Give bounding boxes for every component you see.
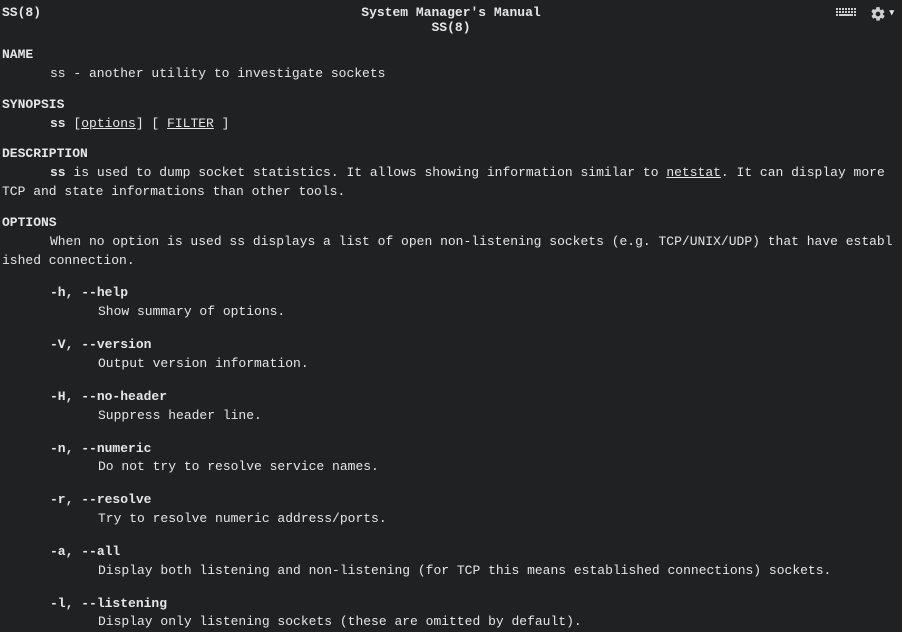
section-name-text: ss - another utility to investigate sock… bbox=[2, 65, 900, 84]
option-flag-line: -r, --resolve bbox=[2, 491, 900, 510]
section-synopsis-title: SYNOPSIS bbox=[2, 96, 900, 115]
option-flag-long: --version bbox=[81, 337, 151, 352]
option-block: -n, --numericDo not try to resolve servi… bbox=[2, 440, 900, 478]
option-desc: Display both listening and non-listening… bbox=[2, 562, 900, 581]
option-flag-short: -n, bbox=[50, 441, 81, 456]
description-rest: is used to dump socket statistics. It al… bbox=[66, 165, 667, 180]
option-flag-line: -a, --all bbox=[2, 543, 900, 562]
description-cmd: ss bbox=[50, 165, 66, 180]
option-desc: Do not try to resolve service names. bbox=[2, 458, 900, 477]
description-netstat-link[interactable]: netstat bbox=[666, 165, 721, 180]
option-flag-long: --no-header bbox=[81, 389, 167, 404]
synopsis-filter-link[interactable]: FILTER bbox=[167, 116, 214, 131]
man-header: SS(8) System Manager's Manual SS(8) bbox=[2, 4, 900, 34]
options-intro-line1: When no option is used ss displays a lis… bbox=[2, 233, 900, 252]
option-desc: Show summary of options. bbox=[2, 303, 900, 322]
option-flag-long: --listening bbox=[81, 596, 167, 611]
options-intro-line2: ished connection. bbox=[2, 252, 900, 271]
option-flag-short: -V, bbox=[50, 337, 81, 352]
option-block: -H, --no-headerSuppress header line. bbox=[2, 388, 900, 426]
option-flag-short: -a, bbox=[50, 544, 81, 559]
section-description-title: DESCRIPTION bbox=[2, 145, 900, 164]
man-page: SS(8) System Manager's Manual SS(8) NAME… bbox=[0, 0, 902, 632]
option-flag-short: -r, bbox=[50, 492, 81, 507]
option-desc: Try to resolve numeric address/ports. bbox=[2, 510, 900, 529]
description-line1: ss is used to dump socket statistics. It… bbox=[2, 164, 900, 183]
option-desc: Suppress header line. bbox=[2, 407, 900, 426]
option-flag-long: --resolve bbox=[81, 492, 151, 507]
description-line2: TCP and state informations than other to… bbox=[2, 183, 900, 202]
header-center-bot: SS(8) bbox=[2, 19, 900, 38]
option-flag-long: --help bbox=[81, 285, 128, 300]
section-options-title: OPTIONS bbox=[2, 214, 900, 233]
option-flag-line: -H, --no-header bbox=[2, 388, 900, 407]
option-flag-short: -l, bbox=[50, 596, 81, 611]
option-flag-line: -n, --numeric bbox=[2, 440, 900, 459]
option-block: -r, --resolveTry to resolve numeric addr… bbox=[2, 491, 900, 529]
section-synopsis-line: ss [options] [ FILTER ] bbox=[2, 115, 900, 134]
option-flag-line: -l, --listening bbox=[2, 595, 900, 614]
synopsis-rb1: ] [ bbox=[136, 116, 167, 131]
option-flag-short: -H, bbox=[50, 389, 81, 404]
section-name-title: NAME bbox=[2, 46, 900, 65]
description-afterlink: . It can display more bbox=[721, 165, 885, 180]
option-flag-line: -h, --help bbox=[2, 284, 900, 303]
synopsis-cmd: ss bbox=[50, 116, 73, 131]
option-block: -h, --helpShow summary of options. bbox=[2, 284, 900, 322]
option-block: -V, --versionOutput version information. bbox=[2, 336, 900, 374]
synopsis-rb2: ] bbox=[214, 116, 230, 131]
synopsis-options-link[interactable]: options bbox=[81, 116, 136, 131]
option-flag-line: -V, --version bbox=[2, 336, 900, 355]
option-flag-long: --numeric bbox=[81, 441, 151, 456]
option-flag-short: -h, bbox=[50, 285, 81, 300]
option-block: -l, --listeningDisplay only listening so… bbox=[2, 595, 900, 632]
option-desc: Display only listening sockets (these ar… bbox=[2, 613, 900, 632]
option-desc: Output version information. bbox=[2, 355, 900, 374]
option-flag-long: --all bbox=[81, 544, 120, 559]
